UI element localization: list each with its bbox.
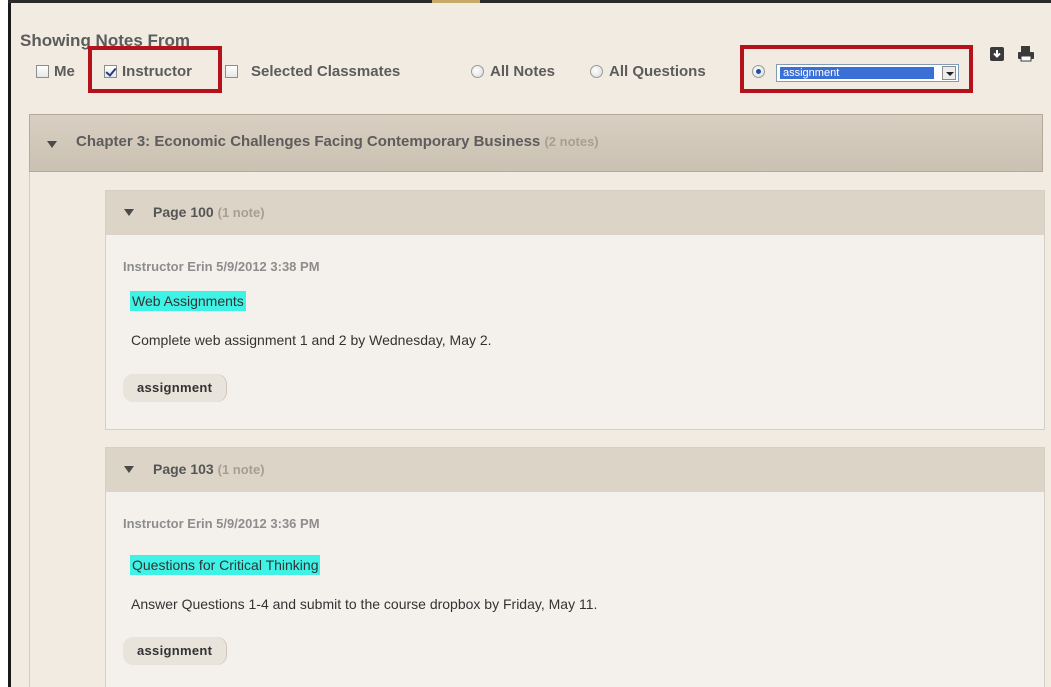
filter-all-questions-option[interactable]: All Questions: [590, 60, 706, 82]
all-notes-label: All Notes: [490, 62, 556, 80]
notes-window: Showing Notes From Me Instructor Selecte…: [0, 0, 1051, 687]
filter-classmates-option[interactable]: Selected Classmates: [225, 60, 400, 82]
classmates-label: Selected Classmates: [251, 62, 401, 80]
collapse-triangle-icon[interactable]: [124, 466, 134, 473]
filter-me-option[interactable]: Me: [36, 60, 75, 82]
note-body: Answer Questions 1-4 and submit to the c…: [131, 596, 598, 612]
tag-chip[interactable]: assignment: [123, 637, 227, 665]
note-meta: Instructor Erin 5/9/2012 3:36 PM: [123, 516, 320, 531]
page-title-text: Page 100: [153, 204, 214, 220]
all-notes-radio[interactable]: [471, 64, 484, 78]
print-icon[interactable]: [1017, 44, 1035, 62]
note-body: Complete web assignment 1 and 2 by Wedne…: [131, 332, 492, 348]
me-label: Me: [54, 62, 75, 80]
all-questions-label: All Questions: [609, 62, 706, 80]
highlight-box-instructor: [88, 46, 222, 93]
collapse-triangle-icon[interactable]: [47, 141, 57, 148]
page-title: Page 100 (1 note): [153, 204, 265, 220]
chapter-note-count: (2 notes): [544, 134, 599, 149]
page-note-count: (1 note): [217, 462, 265, 477]
download-icon[interactable]: [989, 44, 1005, 62]
page-title: Page 103 (1 note): [153, 461, 265, 477]
me-checkbox[interactable]: [36, 64, 49, 78]
page-title-text: Page 103: [153, 461, 214, 477]
highlight-box-tag-select: [740, 45, 973, 93]
tag-chip[interactable]: assignment: [123, 374, 227, 402]
collapse-triangle-icon[interactable]: [124, 209, 134, 216]
page-block: Page 103 (1 note) Instructor Erin 5/9/20…: [105, 447, 1045, 687]
all-questions-radio[interactable]: [590, 64, 603, 78]
note-title[interactable]: Questions for Critical Thinking: [130, 555, 321, 575]
filter-all-notes-option[interactable]: All Notes: [471, 60, 555, 82]
classmates-checkbox[interactable]: [225, 64, 238, 78]
note-title[interactable]: Web Assignments: [130, 291, 246, 311]
chapter-title: Chapter 3: Economic Challenges Facing Co…: [76, 133, 599, 150]
page-block: Page 100 (1 note) Instructor Erin 5/9/20…: [105, 190, 1045, 430]
page-note-count: (1 note): [217, 205, 265, 220]
note-meta: Instructor Erin 5/9/2012 3:38 PM: [123, 259, 320, 274]
chapter-title-text: Chapter 3: Economic Challenges Facing Co…: [76, 133, 541, 150]
